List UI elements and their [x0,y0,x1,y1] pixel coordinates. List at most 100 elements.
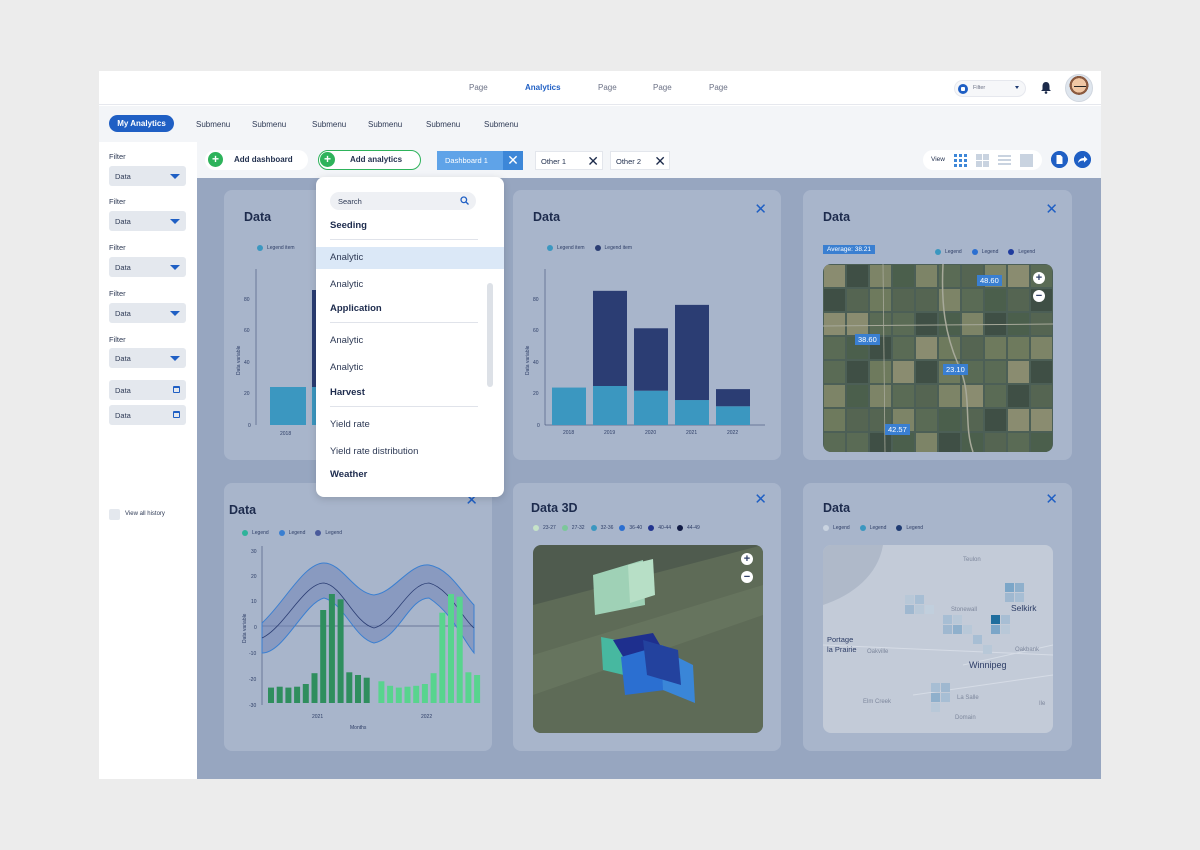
add-analytics-button[interactable]: + Add analytics [318,150,421,170]
y-tick: 10 [251,599,257,605]
tab-dashboard-1[interactable]: Dashboard 1 ✕ [437,151,523,170]
3d-terrain-map[interactable]: + − [533,545,763,733]
bar [413,685,420,703]
dropdown-item[interactable]: Yield rate distribution [330,446,418,457]
nav-page-2[interactable]: Page [598,83,617,92]
view-label: View [931,156,945,163]
list-view-icon[interactable] [998,154,1011,167]
dropdown-scrollbar[interactable] [487,283,493,387]
y-tick: 0 [248,423,251,429]
bar [320,610,327,703]
dropdown-divider [330,322,478,323]
dropdown-item[interactable]: Analytic [330,252,363,263]
filter-select[interactable]: Data [109,303,186,323]
plus-icon: + [208,152,223,167]
date-picker-start[interactable]: Data [109,380,186,400]
close-icon[interactable]: ✕ [503,151,523,170]
close-card-icon[interactable]: ✕ [754,490,767,508]
filter-value: Data [115,172,131,181]
average-badge: Average: 38.21 [823,245,875,254]
share-icon[interactable] [1074,151,1091,168]
tile-view-icon[interactable] [976,154,989,167]
bar [311,673,318,703]
submenu-item-2[interactable]: Submenu [252,120,286,129]
calendar-icon [173,386,180,393]
place-label: Elm Creek [863,699,892,705]
date-value: Data [115,386,131,395]
dropdown-item[interactable]: Analytic [330,362,363,373]
zoom-out-icon[interactable]: − [741,571,753,583]
bell-icon[interactable] [1040,81,1052,94]
filter-label: Filter [109,289,126,298]
nav-page-4[interactable]: Page [709,83,728,92]
bar [328,594,335,703]
grid-view-icon[interactable] [954,154,967,167]
single-view-icon[interactable] [1020,154,1033,167]
zoom-out-icon[interactable]: − [1033,290,1045,302]
chart-legend: Legend item Legend item [547,245,632,251]
close-card-icon[interactable]: ✕ [754,200,767,218]
place-label: Stonewall [951,607,978,613]
legend-label: Legend [1018,249,1036,255]
global-filter-select[interactable]: Filter [954,80,1026,97]
x-tick: 2019 [604,430,615,436]
place-label: Portage [827,635,854,644]
close-card-icon[interactable]: ✕ [1045,490,1058,508]
satellite-map[interactable]: 48.60 38.60 23.10 42.57 + − [823,264,1053,452]
add-dashboard-button[interactable]: + Add dashboard [205,150,308,170]
filter-select[interactable]: Data [109,257,186,277]
y-axis-label: Data variable [242,613,248,643]
close-icon[interactable]: ✕ [587,153,599,170]
export-document-icon[interactable] [1051,151,1068,168]
nav-analytics[interactable]: Analytics [525,83,561,92]
filter-select[interactable]: Data [109,348,186,368]
bar [675,304,709,401]
submenu-item-4[interactable]: Submenu [368,120,402,129]
region-map[interactable]: Portage la Prairie Winnipeg Selkirk Ston… [823,545,1053,733]
submenu-item-6[interactable]: Submenu [484,120,518,129]
my-analytics-tab[interactable]: My Analytics [109,115,174,132]
dropdown-search-input[interactable]: Search [330,192,476,210]
legend-label: 32-36 [600,525,614,531]
zoom-in-icon[interactable]: + [741,553,753,565]
dropdown-item[interactable]: Analytic [330,279,363,290]
bar [634,390,668,425]
legend-label: Legend [869,525,887,531]
nav-page-1[interactable]: Page [469,83,488,92]
caret-down-icon [170,265,180,270]
legend-label: Legend [833,525,850,531]
zoom-in-icon[interactable]: + [1033,272,1045,284]
view-history-checkbox[interactable] [109,509,120,520]
chevron-down-icon [1015,86,1019,89]
x-tick: 2018 [563,430,574,436]
tab-other-2[interactable]: Other 2 ✕ [610,151,670,170]
dropdown-item[interactable]: Analytic [330,335,363,346]
submenu-item-1[interactable]: Submenu [196,120,230,129]
card-title: Data [244,210,272,224]
dropdown-item[interactable]: Yield rate [330,419,370,430]
avatar[interactable] [1065,74,1093,102]
nav-page-3[interactable]: Page [653,83,672,92]
tab-other-1[interactable]: Other 1 ✕ [535,151,603,170]
card-title: Data [229,503,257,517]
bar [552,387,586,425]
global-filter-label: Filter [973,85,986,91]
y-tick: 20 [244,391,250,397]
submenu-item-5[interactable]: Submenu [426,120,460,129]
close-card-icon[interactable]: ✕ [1045,200,1058,218]
close-icon[interactable]: ✕ [654,153,666,170]
view-history-label[interactable]: View all history [125,511,165,517]
filter-select[interactable]: Data [109,166,186,186]
x-ticks: 2018 2019 2020 2021 2022 [563,430,738,436]
y-tick: 0 [537,423,540,429]
filter-select[interactable]: Data [109,211,186,231]
filter-label: Filter [109,243,126,252]
stacked-bar-chart: 0 20 40 60 80 Data variable 2018 2019 2020… [525,269,765,436]
map-value-label: 42.57 [885,424,910,435]
card-3d-map: Data 3D ✕ 23-27 27-32 32-36 36-40 40-44 … [513,483,781,751]
submenu-item-3[interactable]: Submenu [312,120,346,129]
date-picker-end[interactable]: Data [109,405,186,425]
place-label: Teulon [963,557,981,563]
bar [430,673,437,703]
legend-label: Legend item [267,245,295,251]
